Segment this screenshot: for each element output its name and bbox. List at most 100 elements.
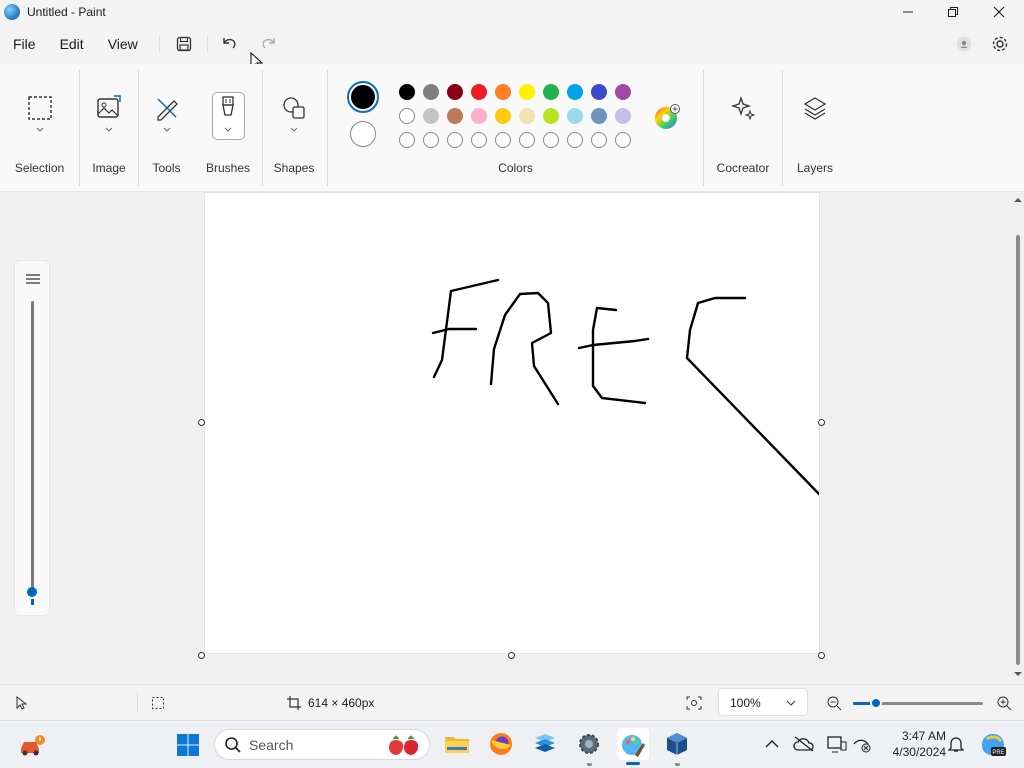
- scroll-up-icon[interactable]: [1012, 195, 1024, 205]
- custom-color-slot[interactable]: [399, 132, 415, 148]
- palette-color-swatch[interactable]: [447, 84, 463, 100]
- canvas-resize-handle[interactable]: [508, 652, 515, 659]
- palette-color-swatch[interactable]: [471, 108, 487, 124]
- canvas-resize-handle[interactable]: [198, 652, 205, 659]
- scrollbar-thumb[interactable]: [1016, 235, 1020, 665]
- palette-color-swatch[interactable]: [423, 84, 439, 100]
- layers-group[interactable]: Layers: [783, 64, 847, 192]
- brush-size-slider-thumb[interactable]: [27, 587, 37, 597]
- menu-divider: [207, 35, 208, 53]
- app-running-indicator: [587, 763, 592, 766]
- vertical-scrollbar[interactable]: [1012, 193, 1024, 682]
- palette-color-swatch[interactable]: [519, 84, 535, 100]
- palette-color-swatch[interactable]: [615, 108, 631, 124]
- palette-color-swatch[interactable]: [543, 84, 559, 100]
- network-sound-tray[interactable]: [850, 728, 874, 760]
- chevron-down-icon: [105, 127, 113, 132]
- secondary-color-swatch[interactable]: [350, 121, 376, 147]
- zoom-select[interactable]: 100%: [718, 688, 808, 716]
- start-button[interactable]: [172, 729, 204, 761]
- taskbar-file-explorer[interactable]: [441, 728, 473, 760]
- display-tray[interactable]: [825, 728, 849, 760]
- brush-size-slider-track[interactable]: [31, 301, 34, 591]
- palette-color-swatch[interactable]: [423, 108, 439, 124]
- undo-icon: [223, 38, 236, 49]
- menu-file[interactable]: File: [0, 28, 48, 60]
- notifications-button[interactable]: [944, 728, 968, 760]
- edit-colors-button[interactable]: [654, 104, 680, 130]
- custom-color-slot[interactable]: [495, 132, 511, 148]
- menu-view[interactable]: View: [96, 28, 150, 60]
- settings-button[interactable]: [986, 30, 1014, 58]
- restore-button[interactable]: [930, 0, 976, 24]
- brush-size-fill: [31, 599, 34, 605]
- onedrive-tray[interactable]: [792, 728, 816, 760]
- custom-color-slot[interactable]: [615, 132, 631, 148]
- image-group[interactable]: Image: [80, 64, 138, 192]
- brushes-group[interactable]: Brushes: [196, 64, 260, 192]
- palette-color-swatch[interactable]: [543, 108, 559, 124]
- palette-color-swatch[interactable]: [447, 108, 463, 124]
- redo-icon: [262, 38, 275, 49]
- show-hidden-icons-button[interactable]: [760, 728, 784, 760]
- virtualbox-icon: [667, 733, 687, 755]
- shapes-group[interactable]: Shapes: [263, 64, 325, 192]
- account-button[interactable]: [950, 30, 978, 58]
- clock[interactable]: 3:47 AM 4/30/2024: [880, 728, 946, 762]
- title-bar: Untitled - Paint: [0, 0, 1024, 24]
- color-wheel-icon: [655, 104, 680, 129]
- undo-button[interactable]: [214, 30, 244, 58]
- car-alert-icon: [21, 735, 45, 756]
- palette-color-swatch[interactable]: [495, 84, 511, 100]
- taskbar-settings[interactable]: [573, 728, 605, 760]
- menu-edit[interactable]: Edit: [48, 28, 96, 60]
- cocreator-group[interactable]: Cocreator: [704, 64, 782, 192]
- taskbar-paint[interactable]: [617, 728, 649, 760]
- custom-color-slot[interactable]: [591, 132, 607, 148]
- custom-color-slot[interactable]: [543, 132, 559, 148]
- search-placeholder: Search: [249, 737, 294, 753]
- custom-color-slot[interactable]: [567, 132, 583, 148]
- primary-color-swatch[interactable]: [347, 81, 379, 113]
- zoom-out-icon[interactable]: [826, 695, 842, 711]
- copilot-button[interactable]: PRE: [977, 728, 1009, 760]
- weather-widget[interactable]: [16, 729, 48, 761]
- palette-color-swatch[interactable]: [519, 108, 535, 124]
- taskbar-app[interactable]: [529, 728, 561, 760]
- chevron-up-icon: [765, 740, 779, 748]
- scroll-down-icon[interactable]: [1012, 669, 1024, 679]
- palette-color-swatch[interactable]: [591, 108, 607, 124]
- custom-color-slot[interactable]: [519, 132, 535, 148]
- zoom-slider-thumb[interactable]: [870, 697, 882, 709]
- custom-color-slot[interactable]: [447, 132, 463, 148]
- taskbar-virtualbox[interactable]: [661, 728, 693, 760]
- close-button[interactable]: [976, 0, 1022, 24]
- zoom-in-icon[interactable]: [996, 695, 1012, 711]
- layers-label: Layers: [796, 161, 834, 175]
- letter-c-stroke: [685, 296, 821, 496]
- palette-color-swatch[interactable]: [591, 84, 607, 100]
- taskbar-firefox[interactable]: [485, 728, 517, 760]
- palette-color-swatch[interactable]: [567, 108, 583, 124]
- paint-icon: [622, 735, 645, 757]
- taskbar-search[interactable]: Search: [214, 729, 430, 760]
- canvas-resize-handle[interactable]: [198, 419, 205, 426]
- palette-color-swatch[interactable]: [399, 108, 415, 124]
- palette-color-swatch[interactable]: [567, 84, 583, 100]
- shapes-label: Shapes: [273, 161, 315, 175]
- palette-color-swatch[interactable]: [495, 108, 511, 124]
- tools-group[interactable]: Tools: [139, 64, 194, 192]
- fit-to-window-icon[interactable]: [686, 696, 702, 710]
- selection-group[interactable]: Selection: [0, 64, 79, 192]
- palette-color-swatch[interactable]: [471, 84, 487, 100]
- palette-color-swatch[interactable]: [615, 84, 631, 100]
- custom-color-slot[interactable]: [423, 132, 439, 148]
- canvas-resize-handle[interactable]: [818, 652, 825, 659]
- minimize-button[interactable]: [885, 0, 931, 24]
- custom-color-slot[interactable]: [471, 132, 487, 148]
- canvas-resize-handle[interactable]: [818, 419, 825, 426]
- palette-color-swatch[interactable]: [399, 84, 415, 100]
- pencil-eraser-icon: [156, 98, 178, 121]
- drawing-canvas[interactable]: [205, 193, 821, 653]
- save-button[interactable]: [169, 30, 199, 58]
